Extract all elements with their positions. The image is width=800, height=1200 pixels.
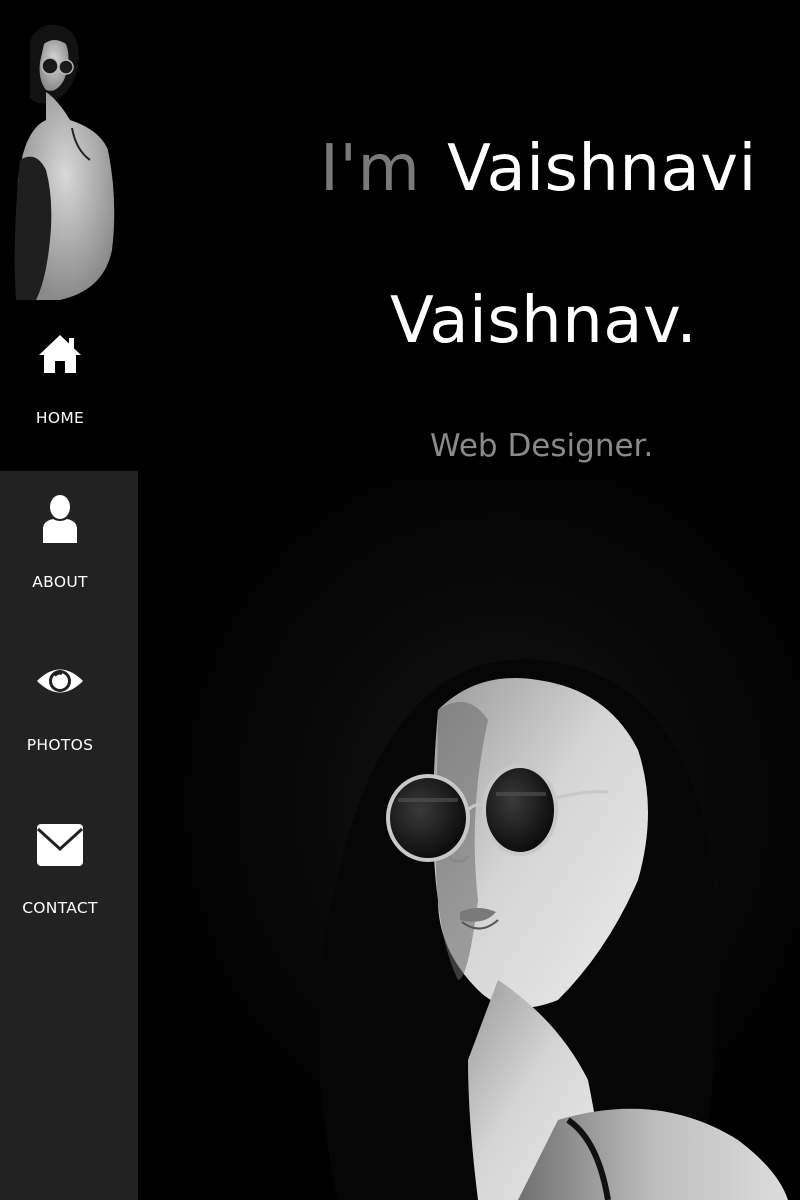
sidebar-item-photos[interactable]: PHOTOS bbox=[0, 634, 138, 799]
sidebar-item-about[interactable]: ABOUT bbox=[0, 471, 138, 636]
hero-portrait-photo bbox=[138, 480, 800, 1200]
sidebar: HOME ABOUT PHOTOS CONTACT bbox=[0, 0, 138, 1200]
envelope-icon bbox=[35, 819, 85, 869]
home-icon bbox=[35, 329, 85, 379]
sidebar-item-home[interactable]: HOME bbox=[0, 305, 138, 471]
hero-subtitle: Web Designer. bbox=[430, 428, 654, 464]
sidebar-item-label: HOME bbox=[35, 409, 85, 427]
hero-title-line-2: Vaishnav. bbox=[390, 284, 698, 358]
sidebar-item-label: CONTACT bbox=[22, 899, 98, 917]
hero-prefix: I'm bbox=[320, 132, 421, 206]
sidebar-item-label: PHOTOS bbox=[26, 736, 94, 754]
user-icon bbox=[35, 493, 85, 543]
hero-title-line-1: I'm Vaishnavi bbox=[320, 132, 760, 206]
hero-first-name: Vaishnavi bbox=[447, 132, 757, 206]
sidebar-profile-photo bbox=[0, 0, 138, 305]
eye-icon bbox=[35, 656, 85, 706]
page: HOME ABOUT PHOTOS CONTACT I'm Vaishnavi … bbox=[0, 0, 800, 1200]
sidebar-item-contact[interactable]: CONTACT bbox=[0, 797, 138, 962]
sidebar-item-label: ABOUT bbox=[32, 573, 88, 591]
